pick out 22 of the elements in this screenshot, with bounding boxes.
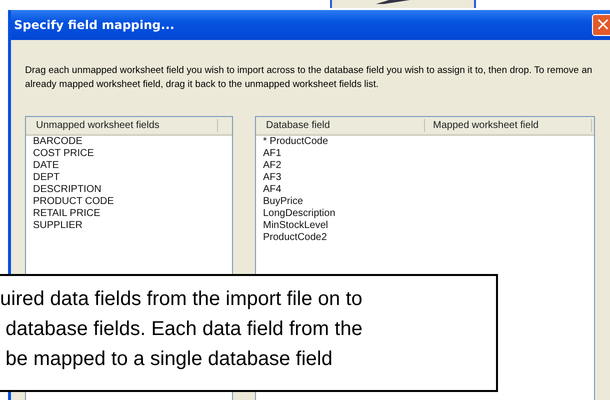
list-item[interactable]: PRODUCT CODE: [26, 196, 232, 208]
column-header[interactable]: Mapped worksheet field: [425, 119, 592, 132]
list-item[interactable]: AF2: [256, 160, 594, 172]
list-item[interactable]: AF3: [256, 172, 594, 184]
column-header[interactable]: Database field: [258, 119, 425, 132]
window-title: Specify field mapping...: [14, 18, 174, 32]
list-item[interactable]: * ProductCode: [256, 136, 594, 148]
list-item[interactable]: BARCODE: [26, 136, 232, 148]
list-item[interactable]: LongDescription: [256, 208, 594, 220]
list-item[interactable]: BuyPrice: [256, 196, 594, 208]
list-item[interactable]: RETAIL PRICE: [26, 208, 232, 220]
list-item[interactable]: DATE: [26, 160, 232, 172]
list-item[interactable]: MinStockLevel: [256, 220, 594, 232]
instructions-text: Drag each unmapped worksheet field you wish to import across to the database field you wish to assign it to, then drop. To remove an already mapped worksheet field, drag it back to the unmapped worksheet fields list.: [25, 64, 594, 92]
list-item[interactable]: DESCRIPTION: [26, 184, 232, 196]
list-item[interactable]: SUPPLIER: [26, 220, 232, 232]
list-item[interactable]: AF4: [256, 184, 594, 196]
list-item[interactable]: AF1: [256, 148, 594, 160]
list-item[interactable]: DEPT: [26, 172, 232, 184]
list-item[interactable]: ProductCode2: [256, 232, 594, 244]
list-item[interactable]: COST PRICE: [26, 148, 232, 160]
close-button[interactable]: ×: [592, 14, 610, 36]
